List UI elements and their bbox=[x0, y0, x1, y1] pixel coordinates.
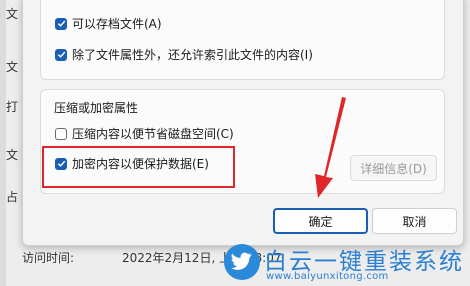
archive-checkbox-label: 可以存档文件(A) bbox=[72, 17, 162, 31]
background-label-stub: 文 bbox=[6, 148, 19, 162]
encrypt-checkbox-label: 加密内容以便保护数据(E) bbox=[72, 157, 209, 171]
background-label-stub: 文 bbox=[6, 60, 19, 74]
window-edge bbox=[0, 0, 6, 286]
checkmark-icon bbox=[57, 20, 65, 27]
advanced-attributes-dialog: 可以存档文件(A) 除了文件属性外，还允许索引此文件的内容(I) 压缩或加密属性… bbox=[22, 0, 464, 246]
index-checkbox[interactable] bbox=[55, 48, 67, 61]
background-label-stub: 占 bbox=[6, 190, 19, 204]
checkmark-icon bbox=[57, 51, 65, 58]
cancel-button[interactable]: 取消 bbox=[372, 208, 457, 234]
archive-checkbox-row[interactable]: 可以存档文件(A) bbox=[55, 15, 162, 32]
index-checkbox-label: 除了文件属性外，还允许索引此文件的内容(I) bbox=[72, 48, 313, 62]
background-label-stub: 打 bbox=[6, 100, 19, 114]
details-button[interactable]: 详细信息(D) bbox=[350, 155, 437, 181]
index-checkbox-row[interactable]: 除了文件属性外，还允许索引此文件的内容(I) bbox=[55, 46, 313, 63]
compress-checkbox-row[interactable]: 压缩内容以便节省磁盘空间(C) bbox=[55, 125, 234, 142]
watermark-url: www.baiyunxitong.com bbox=[266, 271, 389, 282]
compress-checkbox[interactable] bbox=[55, 127, 67, 140]
encrypt-checkbox[interactable] bbox=[55, 157, 67, 170]
group-title: 压缩或加密属性 bbox=[54, 101, 139, 115]
bird-logo-icon bbox=[224, 244, 260, 280]
checkmark-icon bbox=[57, 160, 65, 167]
archive-index-group: 可以存档文件(A) 除了文件属性外，还允许索引此文件的内容(I) bbox=[40, 0, 445, 80]
access-time-label: 访问时间: bbox=[22, 251, 75, 265]
compress-checkbox-label: 压缩内容以便节省磁盘空间(C) bbox=[72, 127, 234, 141]
access-time-row: 访问时间: 2022年2月12日, 上午 58:07 bbox=[22, 249, 281, 266]
ok-button[interactable]: 确定 bbox=[273, 208, 368, 234]
archive-checkbox[interactable] bbox=[55, 17, 67, 30]
encrypt-checkbox-row[interactable]: 加密内容以便保护数据(E) bbox=[55, 155, 209, 172]
background-label-stub: 文 bbox=[6, 7, 19, 21]
watermark: 白云一键重装系统 www.baiyunxitong.com bbox=[224, 241, 470, 286]
